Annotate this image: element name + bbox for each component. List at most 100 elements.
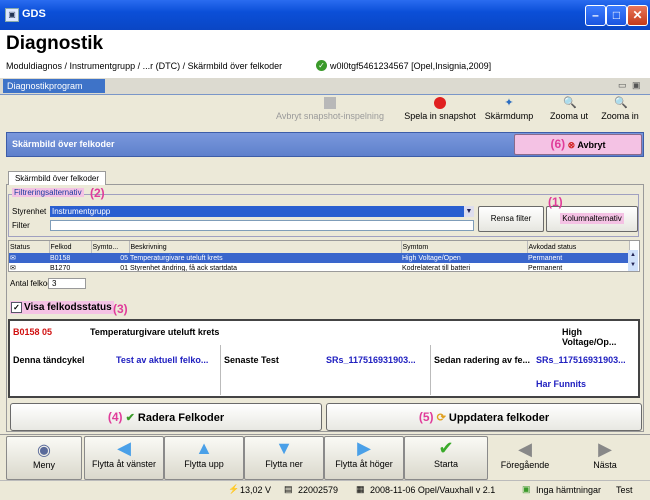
check-icon: ✔ — [125, 412, 135, 424]
clear-fault-codes-button[interactable]: (4) ✔ Radera Felkoder — [10, 403, 322, 431]
annotation-2: (2) — [90, 186, 105, 200]
this-cycle-label: Denna tändcykel — [13, 355, 85, 365]
move-down-button[interactable]: ▼ Flytta ner — [244, 436, 324, 480]
show-status-checkbox[interactable]: ✓ Visa felkodsstatus — [10, 301, 114, 315]
controller-label: Styrenhet — [12, 207, 47, 216]
table-row[interactable]: ✉ B0158 05 Temperaturgivare uteluft kret… — [9, 253, 629, 263]
clear-filter-button[interactable]: Rensa filter — [478, 206, 544, 232]
mode-status: Test — [616, 485, 633, 495]
since-clear-value: SRs_117516931903... — [536, 355, 626, 365]
download-icon: ▣ — [522, 484, 531, 494]
software-version: 2008-11-06 Opel/Vauxhall v 2.1 — [370, 485, 496, 495]
detail-description: Temperaturgivare uteluft krets — [90, 327, 220, 337]
found-status: Har Funnits — [536, 379, 587, 389]
move-right-button[interactable]: ▶ Flytta åt höger — [324, 436, 404, 480]
column-header-symptom[interactable]: Symtom — [401, 241, 528, 253]
table-cell: B0158 — [50, 254, 71, 262]
window-title: GDS — [22, 8, 46, 20]
divider — [220, 345, 221, 395]
screen-title: Skärmbild över felkoder — [12, 139, 115, 149]
arrow-down-icon: ▼ — [275, 438, 293, 458]
controller-select[interactable]: Instrumentgrupp ▼ — [50, 206, 474, 217]
column-header-status[interactable]: Status — [9, 241, 50, 253]
breadcrumb: Moduldiagnos / Instrumentgrupp / ...r (D… — [6, 61, 283, 71]
scroll-down-icon[interactable]: ▼ — [628, 260, 638, 270]
cancel-button[interactable]: (6) ⊗ Avbryt — [514, 134, 642, 155]
page-header: Diagnostik Moduldiagnos / Instrumentgrup… — [0, 30, 650, 78]
view-maximize-icon[interactable]: ▣ — [632, 80, 641, 91]
annotation-5: (5) — [418, 410, 434, 424]
tab-fault-codes[interactable]: Skärmbild över felkoder — [8, 171, 106, 185]
column-header-description[interactable]: Beskrivning — [129, 241, 402, 253]
annotation-1: (1) — [548, 195, 563, 209]
table-cell: Permanent — [528, 264, 563, 272]
column-header-symptom-code[interactable]: Symto... — [91, 241, 130, 253]
column-header-decoded-status[interactable]: Avkodad status — [527, 241, 630, 253]
annotation-4: (4) — [107, 410, 123, 424]
vehicle-status-icon: ✓ — [316, 60, 327, 71]
minimize-button[interactable]: – — [585, 5, 606, 26]
table-cell: Permanent — [528, 254, 563, 262]
device-id: 22002579 — [298, 485, 339, 495]
move-left-button[interactable]: ◀ Flytta åt vänster — [84, 436, 164, 480]
table-cell: 05 — [120, 254, 128, 262]
tab-diagnostic-program[interactable]: Diagnostikprogram — [3, 79, 105, 93]
zoom-out-button[interactable]: 🔍 Zooma ut — [546, 95, 592, 121]
column-options-button[interactable]: Kolumnalternativ — [546, 206, 638, 232]
status-icon: ✉ — [10, 265, 16, 272]
filter-label: Filter — [12, 221, 30, 230]
fault-detail-box: B0158 05 Temperaturgivare uteluft krets … — [8, 319, 640, 398]
table-row[interactable]: ✉ B1270 01 Styrenhet ändring, få ack sta… — [9, 263, 629, 272]
voltage-icon: ⚡ — [228, 484, 240, 494]
voltage-value: 13,02 V — [240, 485, 272, 495]
annotation-3: (3) — [113, 302, 128, 316]
last-test-label: Senaste Test — [224, 355, 279, 365]
previous-button[interactable]: ◀ Föregående — [494, 438, 556, 470]
stop-icon — [324, 97, 336, 109]
view-minimize-icon[interactable]: ▭ — [618, 80, 627, 91]
update-fault-codes-button[interactable]: (5) ⟳ Uppdatera felkoder — [326, 403, 642, 431]
stop-snapshot-button[interactable]: Avbryt snapshot-inspelning — [270, 95, 390, 121]
close-button[interactable]: ✕ — [627, 5, 648, 26]
table-scrollbar[interactable]: ▲ ▼ — [628, 250, 638, 271]
count-value: 3 — [48, 278, 86, 289]
table-cell: Styrenhet ändring, få ack startdata — [130, 264, 238, 272]
app-icon: ▣ — [5, 8, 19, 22]
checkbox-check-icon: ✓ — [11, 302, 22, 313]
fault-code-table: Status Felkod Symto... Beskrivning Symto… — [8, 240, 640, 272]
menu-icon: ◉ — [37, 442, 51, 459]
annotation-6: (6) — [550, 137, 566, 151]
since-clear-label: Sedan radering av fe... — [434, 355, 531, 365]
last-test-value: SRs_117516931903... — [326, 355, 416, 365]
vehicle-info: w0l0tgf5461234567 [Opel,Insignia,2009] — [330, 61, 492, 71]
filter-group-label: Filtreringsalternativ — [12, 188, 84, 197]
arrow-up-icon: ▲ — [195, 438, 213, 458]
maximize-button[interactable]: □ — [606, 5, 627, 26]
move-up-button[interactable]: ▲ Flytta upp — [164, 436, 244, 480]
camera-icon: ✦ — [504, 97, 514, 109]
scroll-up-icon[interactable]: ▲ — [628, 250, 638, 260]
column-header-code[interactable]: Felkod — [49, 241, 92, 253]
start-button[interactable]: ✔ Starta — [404, 436, 488, 480]
table-cell: High Voltage/Open — [402, 254, 461, 262]
title-bar: ▣ GDS – □ ✕ — [0, 0, 650, 30]
screen-dump-button[interactable]: ✦ Skärmdump — [484, 95, 534, 121]
circle-right-icon: ▶ — [598, 439, 612, 459]
detail-symptom: High Voltage/Op... — [562, 327, 617, 347]
zoom-in-button[interactable]: 🔍 Zooma in — [598, 95, 642, 121]
chevron-down-icon[interactable]: ▼ — [464, 206, 474, 217]
filter-input[interactable] — [50, 220, 474, 231]
arrow-left-icon: ◀ — [117, 438, 131, 458]
record-snapshot-button[interactable]: Spela in snapshot — [398, 95, 482, 121]
menu-button[interactable]: ◉ Meny — [6, 436, 82, 480]
next-button[interactable]: ▶ Nästa — [574, 438, 636, 470]
device-icon: ▤ — [284, 484, 293, 494]
zoom-out-icon: 🔍 — [563, 97, 577, 109]
status-icon: ✉ — [10, 255, 16, 262]
table-cell: Temperaturgivare uteluft krets — [130, 254, 223, 262]
this-cycle-value: Test av aktuell felko... — [116, 355, 209, 365]
record-icon — [434, 97, 446, 109]
arrow-right-icon: ▶ — [357, 438, 371, 458]
page-title: Diagnostik — [6, 33, 104, 54]
table-cell: 01 — [120, 264, 128, 272]
